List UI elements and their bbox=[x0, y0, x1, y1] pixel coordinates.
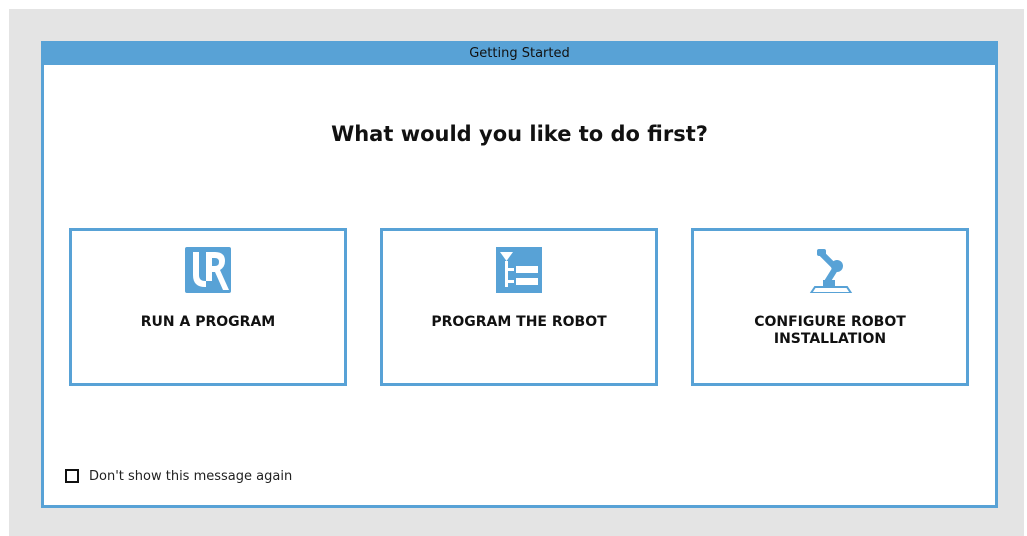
robot-arm-icon bbox=[809, 249, 853, 293]
configure-installation-button[interactable]: CONFIGURE ROBOT INSTALLATION bbox=[691, 228, 969, 386]
program-robot-button[interactable]: PROGRAM THE ROBOT bbox=[380, 228, 658, 386]
dialog-question: What would you like to do first? bbox=[331, 122, 708, 146]
dont-show-again-row[interactable]: Don't show this message again bbox=[65, 468, 292, 484]
getting-started-dialog: Getting Started What would you like to d… bbox=[41, 41, 998, 508]
configure-installation-label: CONFIGURE ROBOT INSTALLATION bbox=[754, 314, 906, 347]
run-program-button[interactable]: RUN A PROGRAM bbox=[69, 228, 347, 386]
dont-show-again-label: Don't show this message again bbox=[89, 468, 293, 484]
dont-show-again-checkbox[interactable] bbox=[65, 469, 79, 483]
ur-logo-icon bbox=[185, 247, 231, 293]
program-tree-icon bbox=[496, 247, 542, 293]
run-program-label: RUN A PROGRAM bbox=[140, 314, 276, 330]
dialog-title: Getting Started bbox=[44, 44, 995, 65]
program-robot-label: PROGRAM THE ROBOT bbox=[431, 314, 607, 330]
